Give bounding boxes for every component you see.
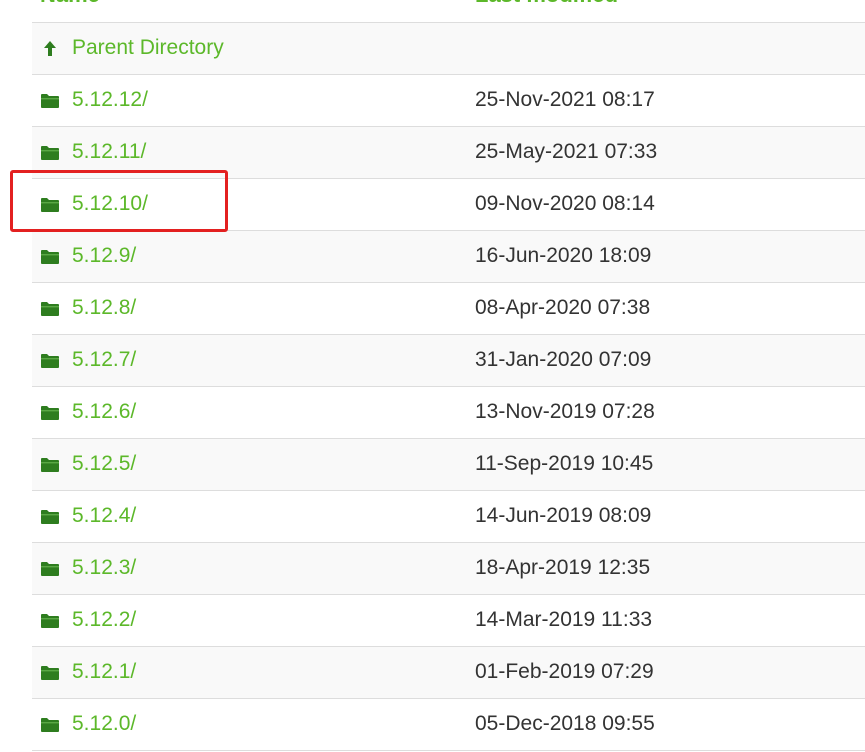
directory-link[interactable]: 5.12.0/ — [72, 712, 136, 736]
table-row: 5.12.0/05-Dec-2018 09:55 — [32, 699, 865, 751]
directory-link[interactable]: 5.12.6/ — [72, 400, 136, 424]
last-modified-date: 25-May-2021 07:33 — [475, 140, 658, 163]
folder-icon — [41, 666, 59, 680]
directory-link[interactable]: 5.12.8/ — [72, 296, 136, 320]
directory-link[interactable]: 5.12.5/ — [72, 452, 136, 476]
last-modified-date: 25-Nov-2021 08:17 — [475, 88, 655, 111]
table-row: 5.12.1/01-Feb-2019 07:29 — [32, 647, 865, 699]
directory-link[interactable]: 5.12.3/ — [72, 556, 136, 580]
last-modified-date: 14-Mar-2019 11:33 — [475, 608, 653, 631]
directory-link[interactable]: 5.12.1/ — [72, 660, 136, 684]
directory-link[interactable]: 5.12.12/ — [72, 88, 148, 112]
folder-icon — [41, 510, 59, 524]
table-row: 5.12.4/14-Jun-2019 08:09 — [32, 491, 865, 543]
table-header: Name Last modified — [32, 0, 865, 23]
table-row: 5.12.12/25-Nov-2021 08:17 — [32, 75, 865, 127]
last-modified-date: 14-Jun-2019 08:09 — [475, 504, 652, 527]
table-row: 5.12.11/25-May-2021 07:33 — [32, 127, 865, 179]
parent-directory-link[interactable]: Parent Directory — [72, 36, 224, 60]
directory-link[interactable]: 5.12.7/ — [72, 348, 136, 372]
parent-directory-row: Parent Directory — [32, 23, 865, 75]
table-row: 5.12.7/31-Jan-2020 07:09 — [32, 335, 865, 387]
folder-icon — [41, 614, 59, 628]
folder-icon — [41, 146, 59, 160]
folder-icon — [41, 250, 59, 264]
folder-icon — [41, 718, 59, 732]
last-modified-date: 31-Jan-2020 07:09 — [475, 348, 652, 371]
directory-link[interactable]: 5.12.9/ — [72, 244, 136, 268]
folder-icon — [41, 458, 59, 472]
folder-icon — [41, 354, 59, 368]
table-row: 5.12.2/14-Mar-2019 11:33 — [32, 595, 865, 647]
last-modified-date: 09-Nov-2020 08:14 — [475, 192, 655, 215]
directory-table: Name Last modified Parent Directory 5.12… — [32, 0, 865, 751]
file-list: 5.12.12/25-Nov-2021 08:17 5.12.11/25-May-… — [32, 75, 865, 751]
last-modified-date: 08-Apr-2020 07:38 — [475, 296, 651, 319]
directory-link[interactable]: 5.12.2/ — [72, 608, 136, 632]
table-row: 5.12.9/16-Jun-2020 18:09 — [32, 231, 865, 283]
folder-icon — [41, 198, 59, 212]
table-row: 5.12.5/11-Sep-2019 10:45 — [32, 439, 865, 491]
folder-icon — [41, 406, 59, 420]
directory-link[interactable]: 5.12.10/ — [72, 192, 148, 216]
table-row: 5.12.6/13-Nov-2019 07:28 — [32, 387, 865, 439]
directory-listing-page: Name Last modified Parent Directory 5.12… — [0, 0, 865, 752]
last-modified-date: 05-Dec-2018 09:55 — [475, 712, 655, 735]
table-row: 5.12.8/08-Apr-2020 07:38 — [32, 283, 865, 335]
folder-icon — [41, 94, 59, 108]
last-modified-date: 13-Nov-2019 07:28 — [475, 400, 655, 423]
folder-icon — [41, 562, 59, 576]
last-modified-date: 01-Feb-2019 07:29 — [475, 660, 654, 683]
last-modified-date: 16-Jun-2020 18:09 — [475, 244, 652, 267]
table-row: 5.12.10/09-Nov-2020 08:14 — [32, 179, 865, 231]
arrow-up-icon — [44, 41, 56, 56]
folder-icon — [41, 302, 59, 316]
last-modified-date: 18-Apr-2019 12:35 — [475, 556, 651, 579]
column-header-name[interactable]: Name — [40, 0, 100, 8]
column-header-last-modified[interactable]: Last modified — [475, 0, 618, 8]
directory-link[interactable]: 5.12.11/ — [72, 140, 146, 164]
last-modified-date: 11-Sep-2019 10:45 — [475, 452, 654, 475]
directory-link[interactable]: 5.12.4/ — [72, 504, 136, 528]
table-row: 5.12.3/18-Apr-2019 12:35 — [32, 543, 865, 595]
